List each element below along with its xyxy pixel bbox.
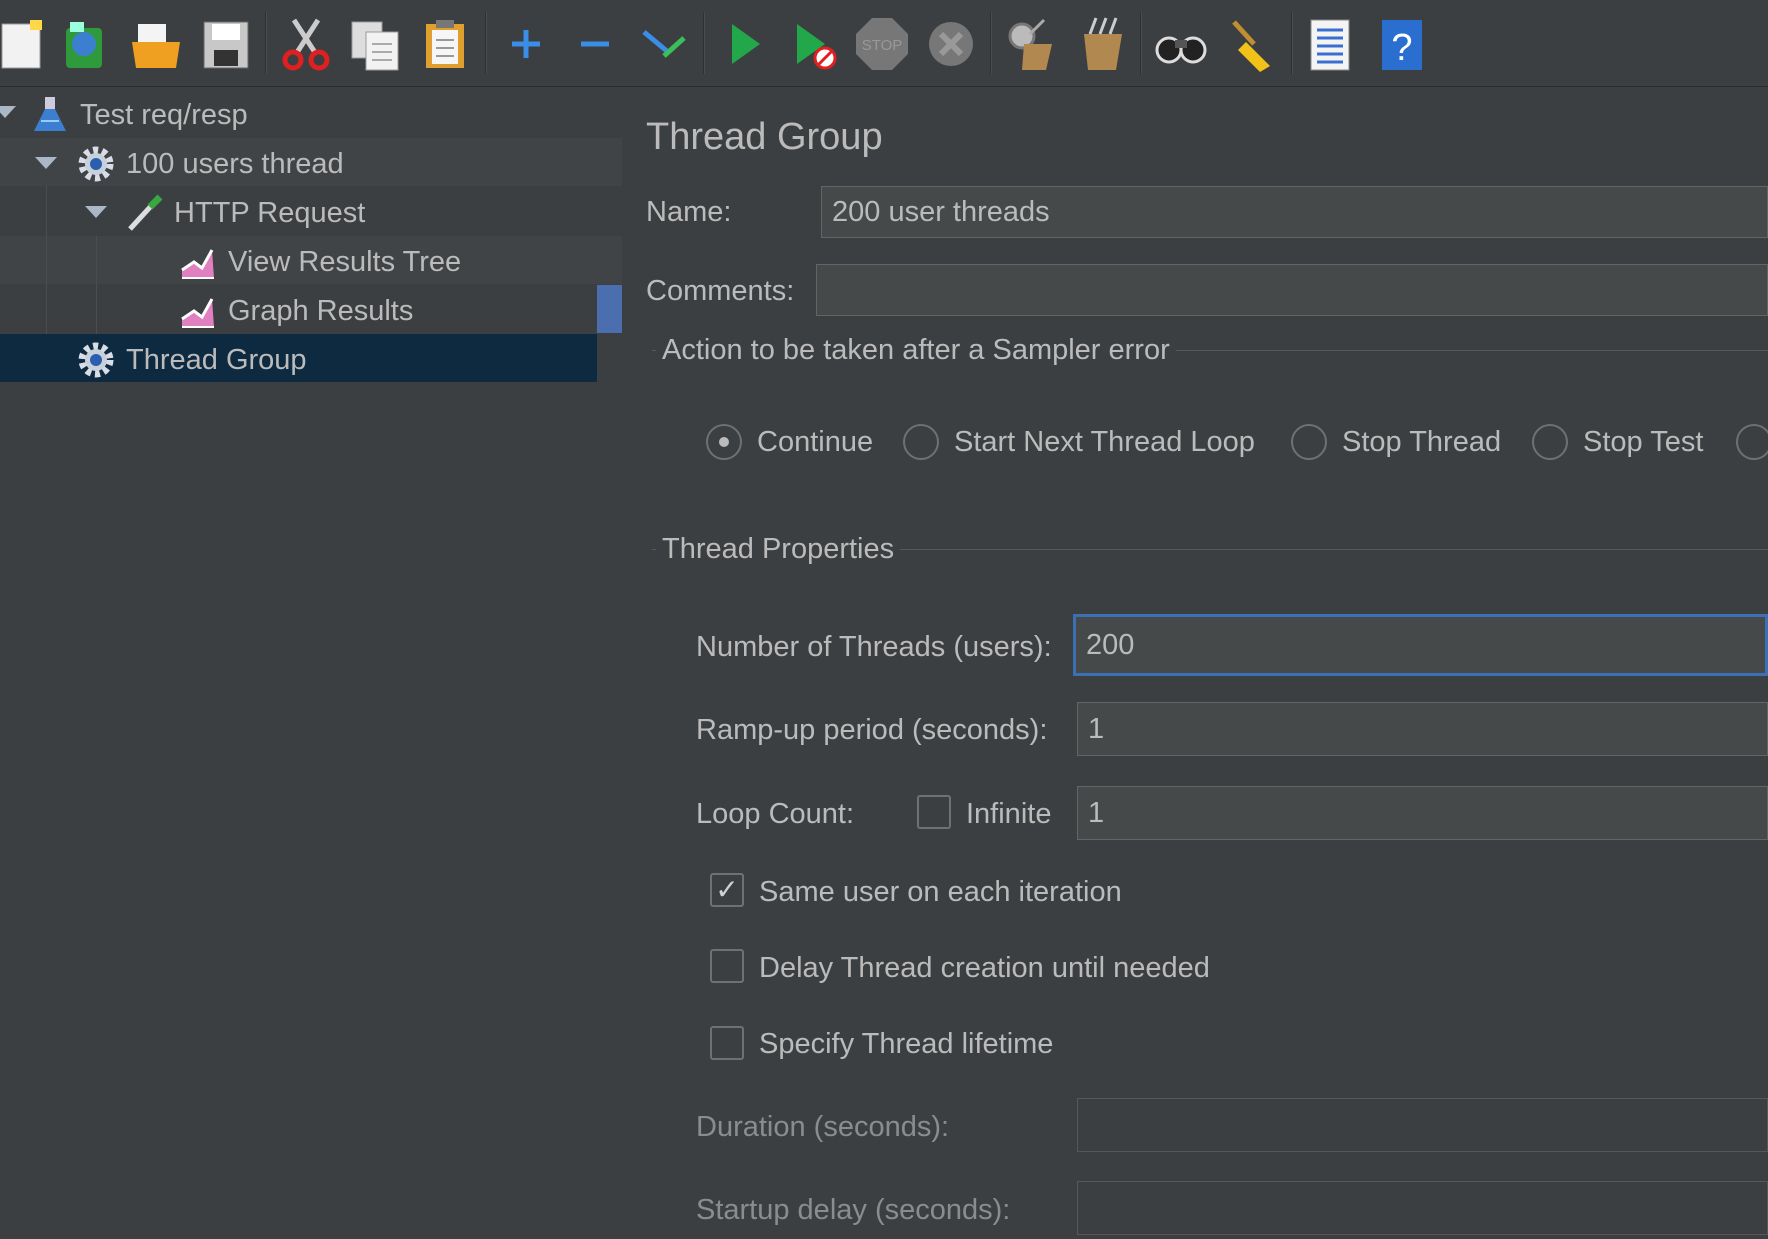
collapse-toggle-thread[interactable] <box>35 157 57 169</box>
page-title: Thread Group <box>646 116 883 158</box>
startup-delay-field[interactable] <box>1077 1181 1768 1235</box>
pipette-icon <box>124 193 164 233</box>
cut-icon[interactable] <box>276 14 336 74</box>
radio-start-next-loop-label: Start Next Thread Loop <box>954 426 1255 458</box>
delay-thread-checkbox[interactable] <box>710 949 744 983</box>
collapse-toggle-http[interactable] <box>85 206 107 218</box>
threads-field[interactable]: 200 <box>1073 614 1768 676</box>
tree-item-thread-100[interactable]: 100 users thread <box>76 140 344 188</box>
paste-icon[interactable] <box>416 14 476 74</box>
function-helper-icon[interactable] <box>1301 14 1361 74</box>
tree-item-test-plan[interactable]: Test req/resp <box>30 91 248 139</box>
toolbar: STOP ? <box>0 0 1768 87</box>
shutdown-icon[interactable] <box>921 14 981 74</box>
start-no-timers-icon[interactable] <box>783 14 843 74</box>
flask-icon <box>30 95 70 135</box>
tree-item-graph-results[interactable]: Graph Results <box>178 287 413 335</box>
thread-lifetime-label: Specify Thread lifetime <box>759 1028 1054 1060</box>
open-icon[interactable] <box>126 14 186 74</box>
comments-field[interactable] <box>816 264 1768 316</box>
tree-item-thread-group[interactable]: Thread Group <box>76 336 307 384</box>
radio-stop-test-now[interactable] <box>1736 424 1768 460</box>
radio-stop-thread[interactable] <box>1291 424 1327 460</box>
radio-stop-test[interactable] <box>1532 424 1568 460</box>
radio-stop-test-label: Stop Test <box>1583 426 1704 458</box>
rampup-label: Ramp-up period (seconds): <box>696 714 1048 746</box>
tree-item-label: Graph Results <box>228 294 414 327</box>
new-icon[interactable] <box>0 14 60 74</box>
svg-text:?: ? <box>1391 27 1412 69</box>
comments-label: Comments: <box>646 275 795 307</box>
tree-item-view-results-tree[interactable]: View Results Tree <box>178 238 461 286</box>
tree-item-http-request[interactable]: HTTP Request <box>124 189 365 237</box>
tree-item-label: HTTP Request <box>174 196 366 229</box>
clear-all-icon[interactable] <box>1070 14 1130 74</box>
copy-icon[interactable] <box>346 14 406 74</box>
duration-field[interactable] <box>1077 1098 1768 1152</box>
same-user-label: Same user on each iteration <box>759 876 1122 908</box>
radio-continue-label: Continue <box>757 426 874 458</box>
save-icon[interactable] <box>196 14 256 74</box>
help-icon[interactable]: ? <box>1372 14 1432 74</box>
thread-lifetime-checkbox[interactable] <box>710 1026 744 1060</box>
clear-icon[interactable] <box>1000 14 1060 74</box>
graph-icon <box>178 291 218 331</box>
thread-properties-legend: Thread Properties <box>656 533 901 566</box>
sampler-error-legend: Action to be taken after a Sampler error <box>656 334 1176 367</box>
scroll-marker <box>597 285 622 333</box>
tree-item-label: View Results Tree <box>228 245 462 278</box>
tree-item-label: 100 users thread <box>126 147 344 180</box>
gear-icon <box>76 340 116 380</box>
expand-icon[interactable] <box>496 14 556 74</box>
start-icon[interactable] <box>714 14 774 74</box>
name-field[interactable]: 200 user threads <box>821 186 1768 238</box>
name-label: Name: <box>646 196 732 228</box>
infinite-checkbox[interactable] <box>917 795 951 829</box>
gear-icon <box>76 144 116 184</box>
radio-start-next-loop[interactable] <box>903 424 939 460</box>
same-user-checkbox[interactable]: ✓ <box>710 873 744 907</box>
templates-icon[interactable] <box>56 14 116 74</box>
collapse-toggle-test-plan[interactable] <box>0 106 16 118</box>
infinite-label: Infinite <box>966 798 1052 830</box>
rampup-field[interactable]: 1 <box>1077 702 1768 756</box>
stop-icon[interactable]: STOP <box>852 14 912 74</box>
toggle-icon[interactable] <box>634 14 694 74</box>
duration-label: Duration (seconds): <box>696 1111 950 1143</box>
radio-continue[interactable] <box>706 424 742 460</box>
threads-label: Number of Threads (users): <box>696 631 1052 663</box>
collapse-icon[interactable] <box>565 14 625 74</box>
reset-search-icon[interactable] <box>1220 14 1280 74</box>
startup-delay-label: Startup delay (seconds): <box>696 1194 1011 1226</box>
loop-count-label: Loop Count: <box>696 798 855 830</box>
tree-item-label: Test req/resp <box>80 98 248 131</box>
search-icon[interactable] <box>1151 14 1211 74</box>
radio-stop-thread-label: Stop Thread <box>1342 426 1502 458</box>
delay-thread-label: Delay Thread creation until needed <box>759 952 1210 984</box>
loop-count-field[interactable]: 1 <box>1077 786 1768 840</box>
svg-text:STOP: STOP <box>862 37 903 54</box>
tree-item-label: Thread Group <box>126 343 307 376</box>
graph-icon <box>178 242 218 282</box>
